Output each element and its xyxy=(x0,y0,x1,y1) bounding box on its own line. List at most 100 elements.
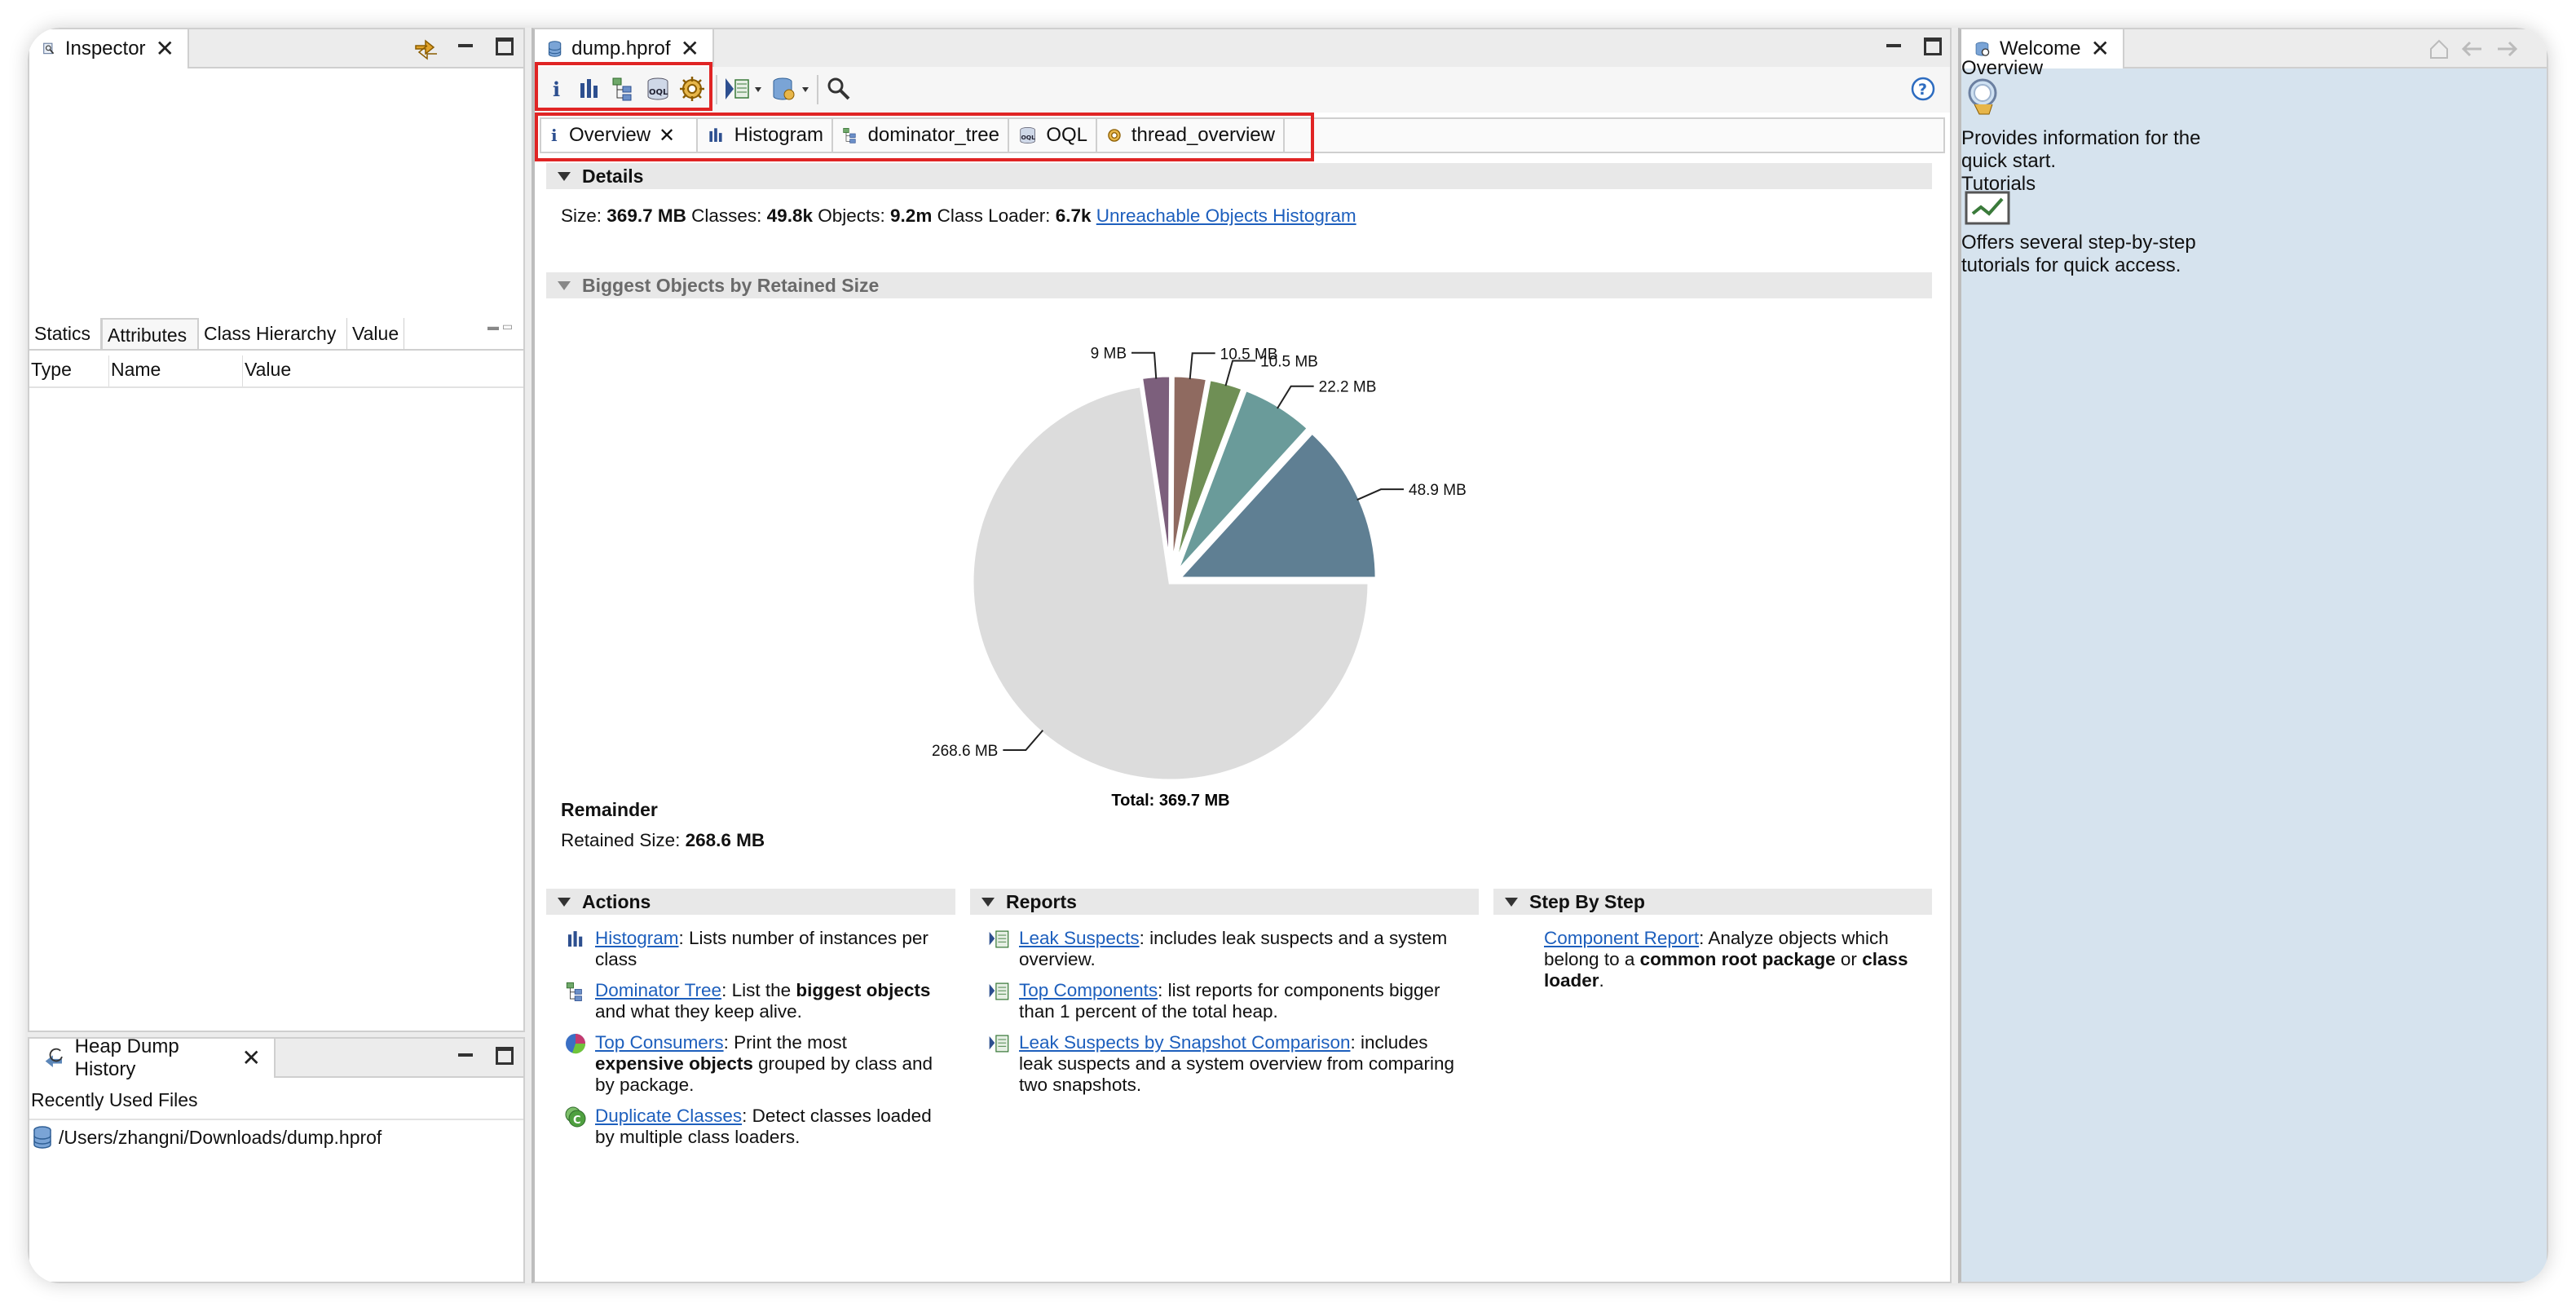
objects-value: 9.2m xyxy=(890,205,933,226)
consumers-description-1: : Print the most xyxy=(723,1032,847,1053)
column-value[interactable]: Value xyxy=(243,355,487,386)
report-snapshot-comparison: Leak Suspects by Snapshot Comparison: in… xyxy=(989,1032,1459,1096)
action-duplicate-classes: C Duplicate Classes: Detect classes load… xyxy=(565,1106,937,1148)
view-menu-icon[interactable]: ▬ ▭ xyxy=(487,320,513,333)
minimize-icon[interactable] xyxy=(457,1047,474,1065)
top-consumers-icon xyxy=(566,1034,586,1054)
maximize-icon[interactable] xyxy=(496,1047,514,1065)
top-consumers-link[interactable]: Top Consumers xyxy=(595,1032,724,1053)
toolbar-highlight-box xyxy=(535,62,712,111)
tab-value[interactable]: Value xyxy=(347,318,404,349)
minimize-icon[interactable] xyxy=(457,38,474,55)
component-description-bold-1: common root package xyxy=(1639,949,1836,969)
remainder-title: Remainder xyxy=(561,799,658,820)
link-with-editor-icon[interactable] xyxy=(412,38,440,62)
maximize-icon[interactable] xyxy=(496,38,514,55)
report-icon xyxy=(989,982,1009,1000)
forward-arrow-icon[interactable] xyxy=(2494,38,2519,60)
editor-toolbar: i OQL ? xyxy=(535,67,1950,113)
tab-class-hierarchy[interactable]: Class Hierarchy xyxy=(199,318,347,349)
tab-statics[interactable]: Statics xyxy=(29,318,101,349)
dominator-description-1: : List the xyxy=(721,980,796,1000)
tab-inspector[interactable]: Inspector ✕ xyxy=(29,29,189,68)
close-icon[interactable]: ✕ xyxy=(681,38,699,60)
tab-heap-dump-history[interactable]: Heap Dump History ✕ xyxy=(29,1037,276,1080)
maximize-icon[interactable] xyxy=(1924,38,1942,55)
component-description-2: or xyxy=(1835,949,1863,969)
biggest-objects-heading[interactable]: Biggest Objects by Retained Size xyxy=(546,272,1932,298)
details-heading[interactable]: Details xyxy=(546,163,1932,189)
dominator-tree-link[interactable]: Dominator Tree xyxy=(595,980,721,1000)
welcome-content: Overview Provides information for the qu… xyxy=(1961,57,2547,1282)
editor-tabbar: dump.hprof ✕ xyxy=(535,29,1950,68)
back-arrow-icon[interactable] xyxy=(2460,38,2485,60)
component-report-link[interactable]: Component Report xyxy=(1544,928,1699,948)
column-name[interactable]: Name xyxy=(109,355,243,386)
close-icon[interactable]: ✕ xyxy=(2091,38,2110,60)
pie-leader-line xyxy=(1356,488,1405,501)
overview-description: Provides information for the quick start… xyxy=(1961,127,2201,172)
run-query-icon[interactable] xyxy=(724,75,765,103)
inspector-title: Inspector xyxy=(64,38,146,60)
tab-attributes[interactable]: Attributes xyxy=(101,318,199,349)
size-value: 369.7 MB xyxy=(607,205,686,226)
remainder-retained-size: Retained Size: 268.6 MB xyxy=(561,830,765,851)
svg-text:?: ? xyxy=(1918,81,1927,99)
report-icon xyxy=(989,1035,1009,1053)
heap-dump-actions-icon[interactable] xyxy=(771,75,812,103)
reports-title: Reports xyxy=(1006,890,1077,912)
close-icon[interactable]: ✕ xyxy=(156,38,174,60)
column-type[interactable]: Type xyxy=(29,355,109,386)
home-icon[interactable] xyxy=(2428,38,2450,60)
duplicate-classes-link[interactable]: Duplicate Classes xyxy=(595,1106,742,1126)
app-window: Inspector ✕ Statics Attributes Class Hie… xyxy=(28,28,2548,1283)
pie-leader-line xyxy=(1277,385,1314,409)
history-tabbar: Heap Dump History ✕ xyxy=(29,1037,523,1080)
close-icon[interactable]: ✕ xyxy=(242,1047,261,1070)
inspector-tabbar: Inspector ✕ xyxy=(29,29,523,68)
action-dominator-tree: Dominator Tree: List the biggest objects… xyxy=(566,980,937,1022)
tutorials-icon[interactable] xyxy=(1965,191,2010,225)
dominator-description-2: and what they keep alive. xyxy=(595,1001,802,1022)
size-label: Size: xyxy=(561,205,602,226)
action-histogram: Histogram: Lists number of instances per… xyxy=(567,928,937,970)
report-top-components: Top Components: list reports for compone… xyxy=(989,980,1459,1022)
retained-size-label: Retained Size: xyxy=(561,830,681,850)
welcome-panel: Welcome ✕ Overview Provides information … xyxy=(1958,28,2548,1283)
pie-slice-label: 22.2 MB xyxy=(1319,379,1377,396)
history-title: Heap Dump History xyxy=(74,1037,179,1080)
leak-suspects-link[interactable]: Leak Suspects xyxy=(1019,928,1140,948)
help-icon[interactable]: ? xyxy=(1909,75,1937,103)
step-component-report: Component Report: Analyze objects which … xyxy=(1544,928,1919,991)
snapshot-comparison-link[interactable]: Leak Suspects by Snapshot Comparison xyxy=(1019,1032,1350,1053)
actions-title: Actions xyxy=(582,890,651,912)
top-components-link[interactable]: Top Components xyxy=(1019,980,1158,1000)
dominator-description-bold: biggest objects xyxy=(796,980,931,1000)
collapse-triangle-icon xyxy=(558,171,571,181)
recent-file-item[interactable]: /Users/zhangni/Downloads/dump.hprof xyxy=(33,1125,382,1150)
pie-slice-label: 48.9 MB xyxy=(1409,482,1467,499)
classes-value: 49.8k xyxy=(766,205,813,226)
histogram-icon xyxy=(567,931,583,947)
overview-icon[interactable] xyxy=(1965,77,2004,116)
heap-dump-icon xyxy=(548,41,562,57)
action-top-consumers: Top Consumers: Print the most expensive … xyxy=(566,1032,937,1096)
dominator-tree-icon xyxy=(566,982,582,1001)
editor-panel: dump.hprof ✕ i OQL ? i Overview ✕ Histog… xyxy=(532,28,1952,1283)
editor-tab-title: dump.hprof xyxy=(571,38,671,60)
biggest-objects-title: Biggest Objects by Retained Size xyxy=(582,274,880,296)
reports-heading[interactable]: Reports xyxy=(970,889,1479,915)
histogram-link[interactable]: Histogram xyxy=(595,928,679,948)
retained-size-pie-chart[interactable]: 48.9 MB22.2 MB10.5 MB10.5 MB9 MB268.6 MB… xyxy=(861,307,1480,812)
collapse-triangle-icon xyxy=(1505,897,1518,907)
inspector-icon xyxy=(43,42,55,55)
unreachable-objects-link[interactable]: Unreachable Objects Histogram xyxy=(1096,205,1356,226)
consumers-description-bold: expensive objects xyxy=(595,1053,753,1074)
search-icon[interactable] xyxy=(825,75,853,103)
inspector-subtabs: Statics Attributes Class Hierarchy Value xyxy=(29,318,523,351)
step-by-step-heading[interactable]: Step By Step xyxy=(1493,889,1932,915)
classes-label: Classes: xyxy=(691,205,762,226)
minimize-icon[interactable] xyxy=(1885,38,1903,55)
retained-size-value: 268.6 MB xyxy=(685,830,765,850)
actions-heading[interactable]: Actions xyxy=(546,889,955,915)
